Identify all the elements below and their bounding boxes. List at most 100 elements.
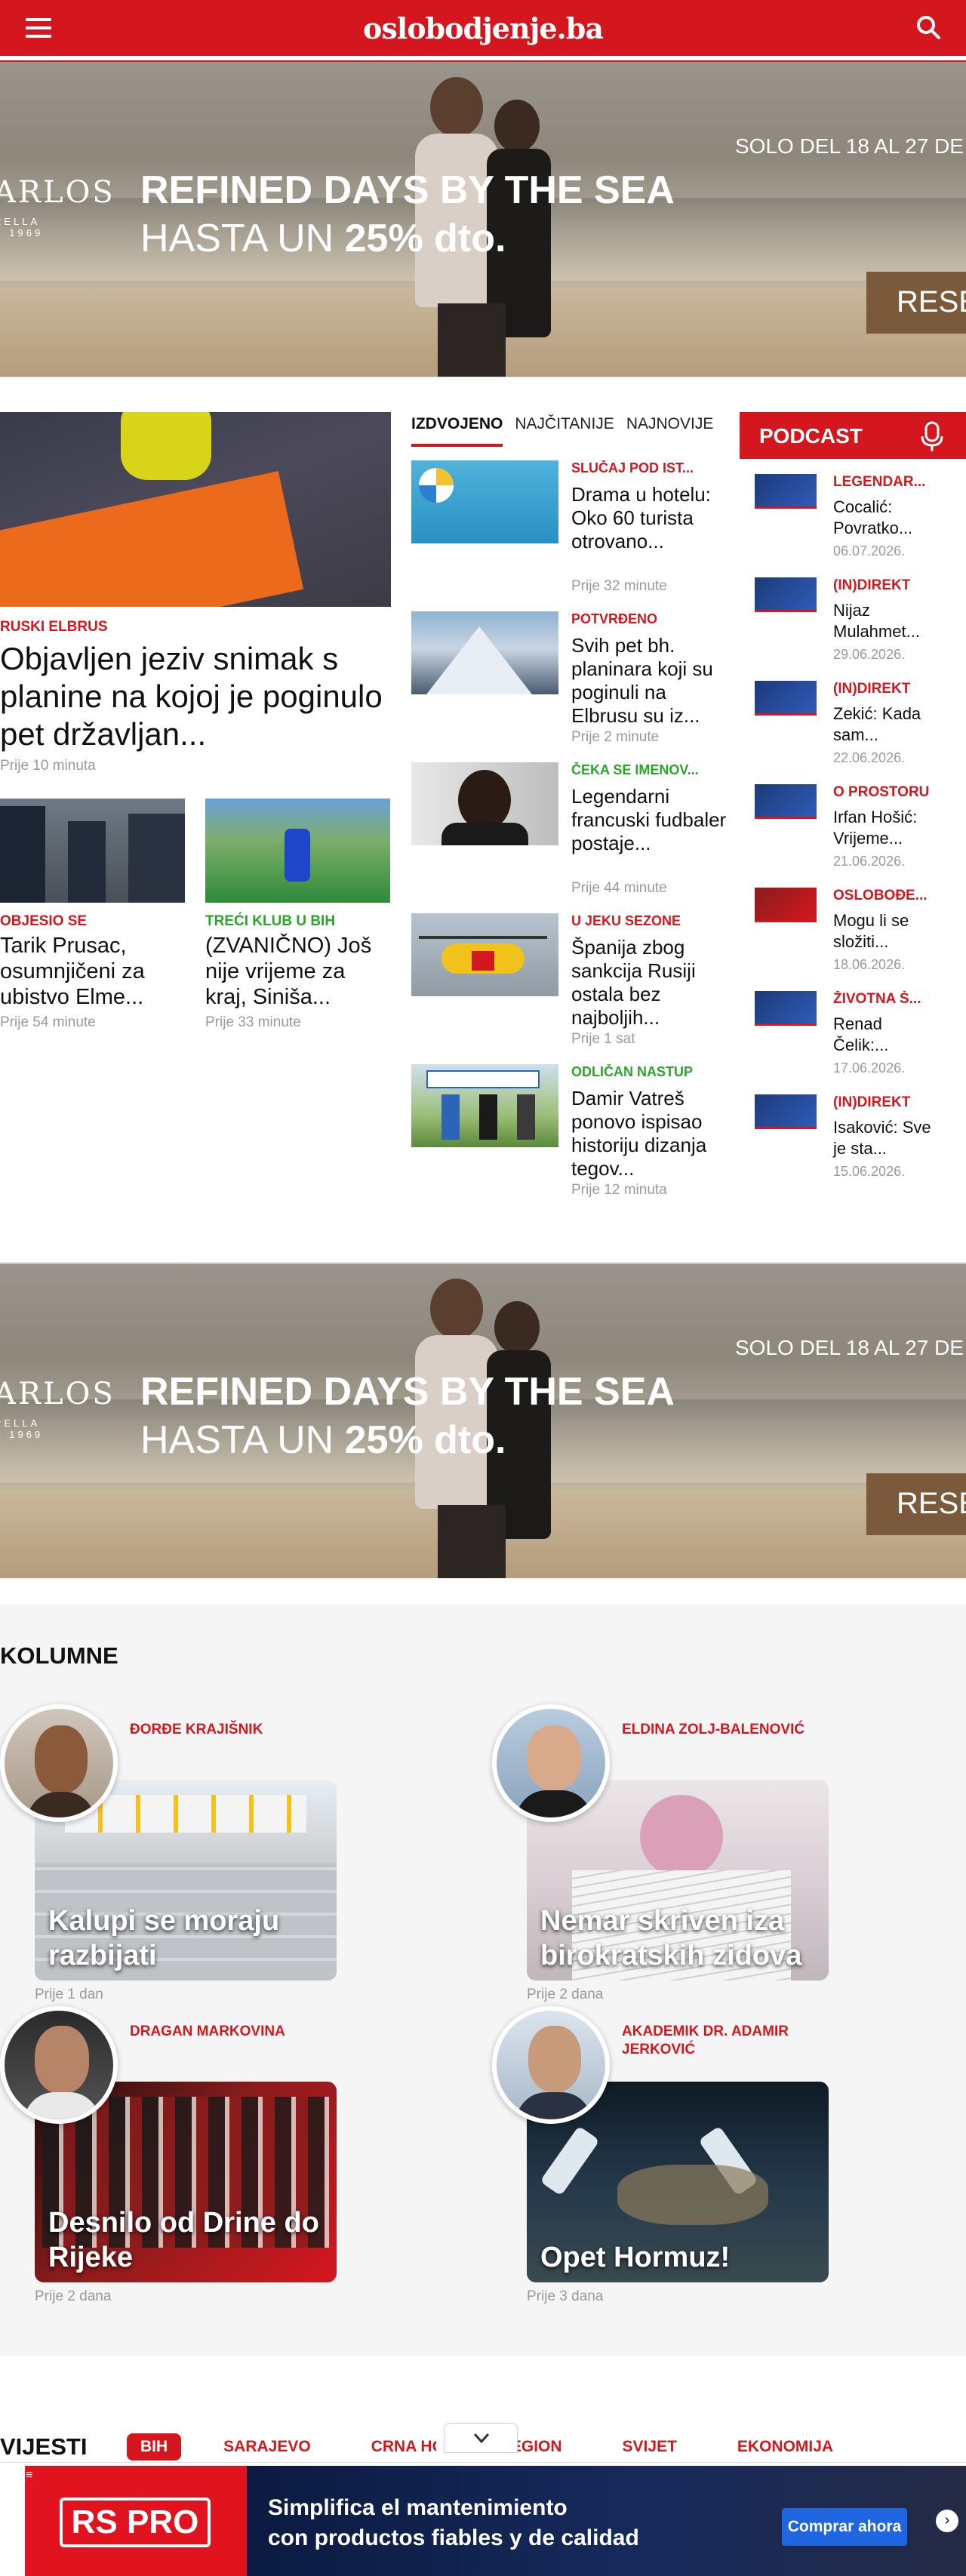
featured-title[interactable]: Damir Vatreš ponovo ispisao historiju di… (571, 1087, 737, 1180)
column-title[interactable]: Desnilo od Drine do Rijeke (48, 2205, 335, 2275)
featured-time: Prije 2 minute (571, 729, 660, 745)
podcast-title[interactable]: Nijaz Mulahmet... (833, 600, 939, 642)
tab-najnovije[interactable]: NAJNOVIJE (626, 414, 714, 447)
featured-thumbnail[interactable] (411, 1064, 558, 1147)
ad-brand: ARLOS RELLAE 1969 (0, 175, 115, 239)
featured-item[interactable]: ČEKA SE IMENOV... Legendarni francuski f… (411, 762, 738, 906)
podcast-item[interactable]: ŽIVOTNA Š... Renad Čelik:... 17.06.2026. (755, 991, 966, 1089)
podcast-thumbnail[interactable] (755, 577, 817, 612)
podcast-kicker: O PROSTORU (833, 784, 930, 800)
podcast-title[interactable]: Cocalić: Povratko... (833, 497, 939, 539)
lead-story-kicker: RUSKI ELBRUS (0, 619, 108, 635)
column-time: Prije 3 dana (527, 2288, 604, 2304)
ad-close-icon[interactable]: ≡ (26, 2469, 32, 2482)
column-card[interactable]: ELDINA ZOLJ-BALENOVIĆ Nemar skriven iza … (492, 1704, 862, 2002)
lead-story-image[interactable] (0, 412, 391, 607)
podcast-thumbnail[interactable] (755, 681, 817, 716)
lead-story-title[interactable]: Objavljen jeziv snimak s planine na kojo… (0, 640, 391, 753)
ad-rspro-logo-panel: RS PRO (25, 2466, 247, 2576)
featured-item[interactable]: SLUČAJ POD IST... Drama u hotelu: Oko 60… (411, 460, 738, 604)
nav-svijet[interactable]: SVIJET (623, 2433, 677, 2461)
featured-thumbnail[interactable] (411, 611, 558, 694)
podcast-title[interactable]: Zekić: Kada sam... (833, 703, 939, 746)
sub-story-card[interactable]: TREĆI KLUB U BIH (ZVANIČNO) Još nije vri… (205, 799, 390, 1031)
column-author[interactable]: DRAGAN MARKOVINA (130, 2023, 349, 2041)
podcast-thumbnail[interactable] (755, 1094, 817, 1129)
site-logo[interactable]: oslobodjenje.ba (363, 11, 604, 45)
search-icon[interactable] (915, 14, 942, 41)
podcast-thumbnail[interactable] (755, 888, 817, 922)
featured-title[interactable]: Španija zbog sankcija Rusiji ostala bez … (571, 936, 737, 1029)
column-card[interactable]: ĐORĐE KRAJIŠNIK Kalupi se moraju razbija… (0, 1704, 370, 2002)
nav-crna-gora[interactable]: CRNA HORA (371, 2433, 436, 2461)
podcast-header[interactable]: PODCAST (740, 412, 966, 459)
podcast-item[interactable]: OSLOBOĐE... Mogu li se složiti... 18.06.… (755, 888, 966, 986)
ad-shop-button[interactable]: Comprar ahora (782, 2508, 907, 2546)
podcast-title[interactable]: Isaković: Sve je sta... (833, 1117, 939, 1159)
ad-cta-button[interactable]: RESE (866, 1473, 966, 1535)
podcast-kicker: (IN)DIREKT (833, 577, 911, 593)
tab-najcitanije[interactable]: NAJČITANIJE (515, 414, 614, 447)
featured-thumbnail[interactable] (411, 762, 558, 845)
column-card[interactable]: AKADEMIK DR. ADAMIR JERKOVIĆ Opet Hormuz… (492, 2006, 862, 2304)
column-title[interactable]: Opet Hormuz! (540, 2240, 827, 2275)
podcast-thumbnail[interactable] (755, 991, 817, 1026)
scroll-toggle-button[interactable] (444, 2423, 518, 2453)
podcast-title[interactable]: Mogu li se složiti... (833, 910, 939, 953)
sub-story-title[interactable]: Tarik Prusac, osumnjičeni za ubistvo Elm… (0, 933, 185, 1010)
avatar[interactable] (492, 1704, 610, 1822)
nav-sarajevo[interactable]: SARAJEVO (223, 2433, 311, 2461)
podcast-item[interactable]: LEGENDAR... Cocalić: Povratko... 06.07.2… (755, 474, 966, 572)
nav-ekonomija[interactable]: EKONOMIJA (737, 2433, 833, 2461)
podcast-item[interactable]: O PROSTORU Irfan Hošić: Vrijeme... 21.06… (755, 784, 966, 882)
avatar[interactable] (0, 1704, 118, 1822)
columns-title: KOLUMNE (0, 1642, 118, 1669)
ad-subline: HASTA UN 25% dto. (140, 1418, 506, 1462)
column-author[interactable]: ĐORĐE KRAJIŠNIK (130, 1721, 349, 1739)
podcast-thumbnail[interactable] (755, 474, 817, 509)
column-author[interactable]: ELDINA ZOLJ-BALENOVIĆ (622, 1721, 841, 1739)
sub-story-image[interactable] (205, 799, 390, 903)
avatar[interactable] (492, 2006, 610, 2124)
tab-izdvojeno[interactable]: IZDVOJENO (411, 414, 503, 447)
featured-item[interactable]: U JEKU SEZONE Španija zbog sankcija Rusi… (411, 913, 738, 1057)
featured-title[interactable]: Svih pet bh. planinara koji su poginuli … (571, 634, 737, 728)
featured-kicker: ČEKA SE IMENOV... (571, 762, 699, 777)
podcast-title[interactable]: Irfan Hošić: Vrijeme... (833, 807, 939, 849)
featured-thumbnail[interactable] (411, 913, 558, 996)
ad-cta-button[interactable]: RESE (866, 272, 966, 334)
featured-thumbnail[interactable] (411, 460, 558, 543)
ad-banner-bottom[interactable]: RS PRO ≡ Simplifica el mantenimiento con… (0, 2462, 966, 2576)
podcast-item[interactable]: (IN)DIREKT Isaković: Sve je sta... 15.06… (755, 1094, 966, 1193)
podcast-date: 15.06.2026. (833, 1164, 906, 1179)
podcast-kicker: ŽIVOTNA Š... (833, 991, 921, 1007)
chevron-down-icon (473, 2433, 490, 2444)
sub-story-kicker: TREĆI KLUB U BIH (205, 913, 336, 929)
avatar[interactable] (0, 2006, 118, 2124)
sub-story-title[interactable]: (ZVANIČNO) Još nije vrijeme za kraj, Sin… (205, 933, 390, 1010)
ad-headline: REFINED DAYS BY THE SEA (140, 168, 675, 212)
column-card[interactable]: DRAGAN MARKOVINA Desnilo od Drine do Rij… (0, 2006, 370, 2304)
ad-banner-middle[interactable]: ARLOS RELLAE 1969 REFINED DAYS BY THE SE… (0, 1263, 966, 1578)
podcast-thumbnail[interactable] (755, 784, 817, 819)
site-header: oslobodjenje.ba (0, 0, 966, 56)
column-title[interactable]: Nemar skriven iza birokratskih zidova (540, 1904, 827, 1973)
hamburger-menu-icon[interactable] (26, 18, 51, 38)
chevron-right-icon[interactable]: › (936, 2510, 958, 2532)
featured-item[interactable]: ODLIČAN NASTUP Damir Vatreš ponovo ispis… (411, 1064, 738, 1208)
featured-title[interactable]: Drama u hotelu: Oko 60 turista otrovano.… (571, 483, 737, 553)
lead-story-time: Prije 10 minuta (0, 758, 96, 774)
featured-item[interactable]: POTVRĐENO Svih pet bh. planinara koji su… (411, 611, 738, 755)
column-title[interactable]: Kalupi se moraju razbijati (48, 1904, 335, 1973)
column-author[interactable]: AKADEMIK DR. ADAMIR JERKOVIĆ (622, 2023, 841, 2059)
podcast-item[interactable]: (IN)DIREKT Nijaz Mulahmet... 29.06.2026. (755, 577, 966, 676)
sub-story-image[interactable] (0, 799, 185, 903)
sub-story-card[interactable]: OBJESIO SE Tarik Prusac, osumnjičeni za … (0, 799, 185, 1031)
sub-story-time: Prije 54 minute (0, 1014, 96, 1030)
ad-banner-top[interactable]: ARLOS RELLAE 1969 REFINED DAYS BY THE SE… (0, 62, 966, 377)
featured-title[interactable]: Legendarni francuski fudbaler postaje... (571, 785, 737, 855)
podcast-title[interactable]: Renad Čelik:... (833, 1014, 939, 1056)
podcast-item[interactable]: (IN)DIREKT Zekić: Kada sam... 22.06.2026… (755, 681, 966, 779)
ad-headline: REFINED DAYS BY THE SEA (140, 1370, 675, 1414)
nav-bih[interactable]: BIH (127, 2433, 182, 2461)
